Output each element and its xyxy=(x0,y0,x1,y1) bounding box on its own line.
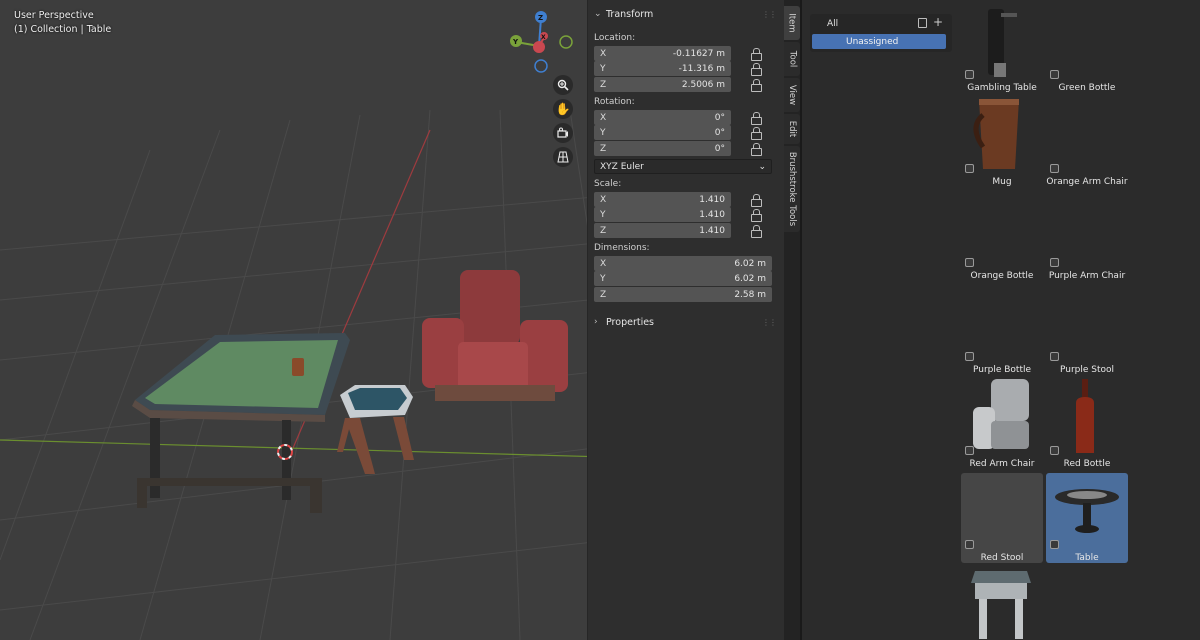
asset-browser: Gambling Table Green Bottle Mug Orange A… xyxy=(957,0,1200,640)
rotation-label: Rotation: xyxy=(594,97,635,107)
gambling-table-object[interactable] xyxy=(132,333,350,513)
lock-icon[interactable] xyxy=(751,48,762,61)
lock-icon[interactable] xyxy=(751,63,762,76)
scale-label: Scale: xyxy=(594,179,622,189)
location-z-field[interactable]: Z 2.5006 m xyxy=(594,77,731,92)
drag-grip-icon[interactable]: ⋮⋮ xyxy=(762,10,777,19)
add-icon[interactable]: + xyxy=(933,15,943,29)
asset-tile-purple-stool[interactable]: Purple Stool xyxy=(1046,285,1128,375)
asset-tile-red-stool[interactable]: Red Stool xyxy=(961,473,1043,563)
chevron-right-icon: › xyxy=(594,317,598,327)
asset-checkbox[interactable] xyxy=(965,446,974,455)
hand-pan-icon[interactable]: ✋ xyxy=(553,99,573,119)
lock-icon[interactable] xyxy=(751,143,762,156)
stool-object[interactable] xyxy=(337,385,414,474)
gizmo-y-label: Y xyxy=(512,38,519,46)
properties-title: Properties xyxy=(606,316,655,328)
lock-icon[interactable] xyxy=(751,225,762,238)
tab-edit[interactable]: Edit xyxy=(784,114,800,144)
asset-tile-orange-bottle[interactable]: Orange Bottle xyxy=(961,191,1043,281)
rotation-x-field[interactable]: X 0° xyxy=(594,110,731,125)
view-mode-label: User Perspective xyxy=(14,10,94,21)
location-label: Location: xyxy=(594,33,636,43)
rotation-y-field[interactable]: Y 0° xyxy=(594,125,731,140)
asset-checkbox[interactable] xyxy=(965,352,974,361)
asset-tile-table[interactable]: Table xyxy=(1046,473,1128,563)
dimensions-z-field[interactable]: Z 2.58 m xyxy=(594,287,772,302)
lock-icon[interactable] xyxy=(751,127,762,140)
active-object-label: (1) Collection | Table xyxy=(14,24,112,35)
catalog-panel: All + Unassigned xyxy=(802,0,957,640)
asset-tile-mug[interactable]: Mug xyxy=(961,97,1043,187)
lock-icon[interactable] xyxy=(751,209,762,222)
asset-tile-purple-bottle[interactable]: Purple Bottle xyxy=(961,285,1043,375)
gizmo-z-label: Z xyxy=(538,14,543,22)
camera-icon[interactable] xyxy=(553,123,573,143)
gizmo-x-label: X xyxy=(541,34,546,41)
transform-section-header[interactable]: ⌄ Transform ⋮⋮ xyxy=(588,4,784,24)
grid-icon[interactable] xyxy=(553,147,573,167)
lock-icon[interactable] xyxy=(751,79,762,92)
location-x-field[interactable]: X -0.11627 m xyxy=(594,46,731,61)
chevron-down-icon: ⌄ xyxy=(594,9,602,19)
transform-title: Transform xyxy=(606,8,654,20)
asset-thumbnail xyxy=(971,571,1031,639)
asset-checkbox[interactable] xyxy=(1050,164,1059,173)
scale-y-field[interactable]: Y 1.410 xyxy=(594,207,731,222)
asset-tile-purple-arm-chair[interactable]: Purple Arm Chair xyxy=(1046,191,1128,281)
asset-tile-red-arm-chair[interactable]: Red Arm Chair xyxy=(961,379,1043,469)
lock-icon[interactable] xyxy=(751,194,762,207)
tab-item[interactable]: Item xyxy=(784,6,800,40)
tab-view[interactable]: View xyxy=(784,78,800,112)
asset-checkbox[interactable] xyxy=(965,70,974,79)
lock-icon[interactable] xyxy=(751,112,762,125)
sidebar-tabs: Item Tool View Edit Brushstroke Tools xyxy=(784,0,800,640)
asset-tile-red-bottle[interactable]: Red Bottle xyxy=(1046,379,1128,469)
sidebar-panel: ⌄ Transform ⋮⋮ Location: X -0.11627 m Y -1… xyxy=(587,0,784,640)
rotation-z-field[interactable]: Z 0° xyxy=(594,141,731,156)
dimensions-y-field[interactable]: Y 6.02 m xyxy=(594,271,772,286)
dimensions-label: Dimensions: xyxy=(594,243,650,253)
properties-section-header[interactable]: › Properties ⋮⋮ xyxy=(588,312,784,332)
tab-tool[interactable]: Tool xyxy=(784,42,800,76)
asset-tile-green-bottle[interactable]: Green Bottle xyxy=(1046,3,1128,93)
asset-tile-stool[interactable] xyxy=(961,567,1043,640)
asset-tile-orange-arm-chair[interactable]: Orange Arm Chair xyxy=(1046,97,1128,187)
scale-z-field[interactable]: Z 1.410 xyxy=(594,223,731,238)
asset-checkbox[interactable] xyxy=(1050,70,1059,79)
asset-checkbox[interactable] xyxy=(965,258,974,267)
catalog-unassigned-item[interactable]: Unassigned xyxy=(812,34,946,49)
dimensions-x-field[interactable]: X 6.02 m xyxy=(594,256,772,271)
save-icon[interactable] xyxy=(918,18,927,28)
asset-checkbox[interactable] xyxy=(1050,540,1059,549)
asset-checkbox[interactable] xyxy=(965,164,974,173)
arm-chair-object[interactable] xyxy=(422,270,568,401)
scale-x-field[interactable]: X 1.410 xyxy=(594,192,731,207)
catalog-all-item[interactable]: All xyxy=(827,19,838,29)
zoom-icon[interactable] xyxy=(553,75,573,95)
drag-grip-icon[interactable]: ⋮⋮ xyxy=(762,318,777,327)
asset-checkbox[interactable] xyxy=(1050,352,1059,361)
rotation-mode-select[interactable]: XYZ Euler ⌄ xyxy=(594,159,772,174)
asset-tile-gambling-table[interactable]: Gambling Table xyxy=(961,3,1043,93)
location-y-field[interactable]: Y -11.316 m xyxy=(594,61,731,76)
viewport-header: User Perspective (1) Collection | Table xyxy=(14,9,111,37)
chevron-down-icon: ⌄ xyxy=(758,161,766,172)
asset-checkbox[interactable] xyxy=(1050,258,1059,267)
tab-brushstroke-tools[interactable]: Brushstroke Tools xyxy=(784,146,800,232)
catalog-icon xyxy=(835,70,842,80)
asset-checkbox[interactable] xyxy=(1050,446,1059,455)
asset-checkbox[interactable] xyxy=(965,540,974,549)
